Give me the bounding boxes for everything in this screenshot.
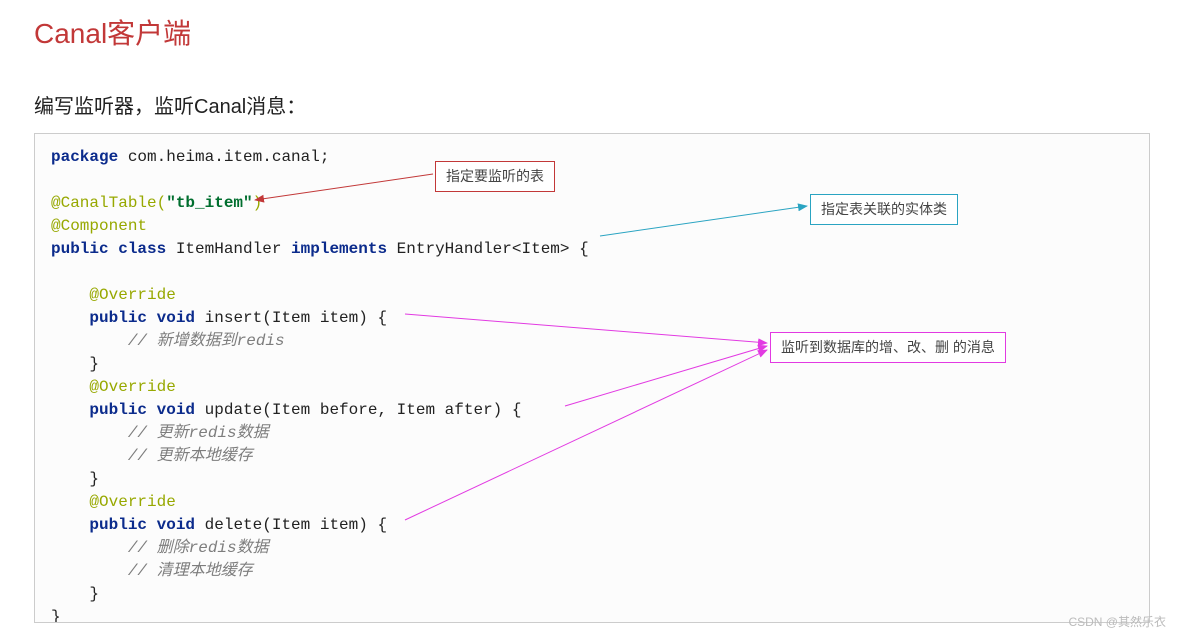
cmt-update2: // 更新本地缓存: [51, 447, 253, 465]
cmt-delete2: // 清理本地缓存: [51, 562, 253, 580]
kw-publicvoid: public void: [51, 516, 195, 534]
method-insert: insert(Item item) {: [195, 309, 387, 327]
ann-close: ): [253, 194, 263, 212]
label-table: 指定要监听的表: [435, 161, 555, 192]
code-text: com.heima.item.canal;: [118, 148, 329, 166]
kw-publicvoid: public void: [51, 309, 195, 327]
ann-override: @Override: [51, 286, 176, 304]
watermark: CSDN @其然乐衣: [1068, 613, 1166, 630]
ann-canaltable: @CanalTable(: [51, 194, 166, 212]
kw-package: package: [51, 148, 118, 166]
cmt-delete1: // 删除redis数据: [51, 539, 269, 557]
method-delete: delete(Item item) {: [195, 516, 387, 534]
class-name: ItemHandler: [166, 240, 291, 258]
cmt-update1: // 更新redis数据: [51, 424, 269, 442]
ann-override: @Override: [51, 378, 176, 396]
kw-publicvoid: public void: [51, 401, 195, 419]
code-panel: package com.heima.item.canal; @CanalTabl…: [34, 133, 1150, 623]
code-text: EntryHandler<Item> {: [387, 240, 589, 258]
ann-component: @Component: [51, 217, 147, 235]
brace: }: [51, 470, 99, 488]
brace: }: [51, 608, 61, 623]
page-subtitle: 编写监听器，监听Canal消息：: [34, 90, 1150, 119]
brace: }: [51, 355, 99, 373]
cmt-insert: // 新增数据到redis: [51, 332, 285, 350]
kw-implements: implements: [291, 240, 387, 258]
brace: }: [51, 585, 99, 603]
kw-publicclass: public class: [51, 240, 166, 258]
label-entity: 指定表关联的实体类: [810, 194, 958, 225]
ann-override: @Override: [51, 493, 176, 511]
label-crud: 监听到数据库的增、改、删 的消息: [770, 332, 1006, 363]
str-tbitem: "tb_item": [166, 194, 252, 212]
method-update: update(Item before, Item after) {: [195, 401, 521, 419]
page-title: Canal客户端: [34, 12, 1150, 52]
